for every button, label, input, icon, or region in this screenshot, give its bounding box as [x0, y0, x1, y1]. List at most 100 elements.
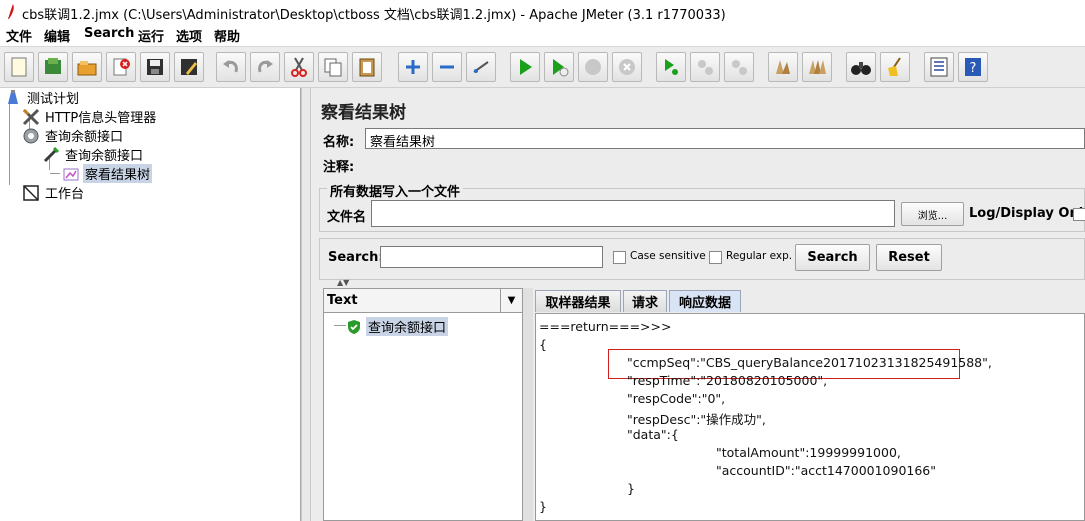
templates-icon	[45, 58, 61, 74]
title-bar: cbs联调1.2.jmx (C:\Users\Administrator\Des…	[0, 0, 1085, 24]
response-line: "respDesc":"操作成功",	[627, 412, 766, 427]
tree-item-label: 查询余额接口	[65, 149, 144, 164]
search-button[interactable]	[846, 52, 876, 82]
tab-sampler-result[interactable]: 取样器结果	[535, 290, 621, 312]
menu-run[interactable]: 运行	[138, 26, 164, 45]
tree-item-workbench[interactable]: 工作台	[22, 183, 86, 202]
results-splitter[interactable]	[523, 288, 533, 521]
window-title: cbs联调1.2.jmx (C:\Users\Administrator\Des…	[22, 8, 726, 23]
start-button[interactable]	[510, 52, 540, 82]
tree-item-header-manager[interactable]: HTTP信息头管理器	[22, 107, 158, 126]
pane-splitter[interactable]	[301, 88, 311, 521]
stop-button[interactable]	[578, 52, 608, 82]
log-display-checkbox[interactable]	[1073, 208, 1085, 221]
function-helper-button[interactable]	[924, 52, 954, 82]
save-button[interactable]	[140, 52, 170, 82]
search-submit-button[interactable]: Search	[795, 244, 870, 271]
response-line: "data":{	[627, 427, 679, 442]
response-line: }	[539, 499, 547, 514]
tree-item-test-plan[interactable]: 测试计划	[4, 88, 81, 107]
case-sensitive-label: Case sensitive	[630, 250, 706, 262]
search-input[interactable]	[380, 246, 603, 268]
tree-item-label: 测试计划	[27, 92, 80, 107]
cut-button[interactable]	[284, 52, 314, 82]
help-button[interactable]: ?	[958, 52, 988, 82]
menu-search[interactable]: Search	[84, 26, 134, 41]
name-field[interactable]: 察看结果树	[365, 128, 1085, 149]
paste-button[interactable]	[352, 52, 382, 82]
sample-result-label: 查询余额接口	[366, 317, 449, 336]
filename-field[interactable]	[371, 200, 895, 227]
browse-button[interactable]: 浏览...	[901, 202, 964, 226]
tree-item-results-tree[interactable]: 察看结果树	[50, 164, 153, 183]
comment-field[interactable]	[365, 154, 1085, 174]
expand-icon	[406, 60, 420, 74]
remote-start-icon	[665, 59, 678, 75]
response-data-view[interactable]: ===return===>>> { "ccmpSeq":"CBS_queryBa…	[535, 313, 1085, 521]
thread-group-icon	[22, 127, 40, 145]
templates-button[interactable]	[38, 52, 68, 82]
close-button[interactable]	[106, 52, 136, 82]
copy-button[interactable]	[318, 52, 348, 82]
start-no-pause-button[interactable]	[544, 52, 574, 82]
new-icon	[11, 57, 27, 77]
undo-button[interactable]	[216, 52, 246, 82]
reset-search-button[interactable]	[880, 52, 910, 82]
menu-help[interactable]: 帮助	[214, 26, 240, 45]
sample-result-item[interactable]: 查询余额接口	[346, 317, 449, 336]
menu-edit[interactable]: 编辑	[44, 26, 70, 45]
tree-item-label: 工作台	[45, 187, 85, 202]
shutdown-button[interactable]	[612, 52, 642, 82]
binoculars-icon	[851, 62, 871, 75]
remote-stop-button[interactable]	[690, 52, 720, 82]
response-line: "totalAmount":19999991000,	[716, 445, 901, 460]
sampler-icon	[42, 146, 60, 164]
start-no-pause-icon	[553, 59, 569, 77]
tab-response-data[interactable]: 响应数据	[669, 290, 741, 312]
help-icon: ?	[965, 58, 981, 76]
tab-request[interactable]: 请求	[623, 290, 667, 312]
list-icon	[930, 57, 948, 77]
new-button[interactable]	[4, 52, 34, 82]
start-icon	[520, 59, 532, 75]
menu-file[interactable]: 文件	[6, 26, 32, 45]
log-display-label: Log/Display Only:	[969, 206, 1085, 221]
open-button[interactable]	[72, 52, 102, 82]
reset-button[interactable]: Reset	[876, 244, 942, 271]
tree-item-label: 查询余额接口	[45, 130, 124, 145]
case-sensitive-checkbox[interactable]	[613, 251, 626, 264]
response-line: "respTime":"20180820105000",	[627, 373, 828, 388]
remote-shutdown-icon	[732, 60, 747, 75]
response-line: "accountID":"acct1470001090166"	[716, 463, 937, 478]
tree-item-label: HTTP信息头管理器	[45, 111, 157, 126]
close-icon	[113, 58, 130, 76]
menu-options[interactable]: 选项	[176, 26, 202, 45]
clear-all-button[interactable]	[802, 52, 832, 82]
toggle-button[interactable]	[466, 52, 496, 82]
broom-icon	[888, 57, 901, 76]
response-line: ===return===>>>	[539, 319, 672, 334]
toolbar: ?	[0, 46, 1085, 88]
chevron-down-icon[interactable]: ▼	[500, 289, 522, 312]
collapse-button[interactable]	[432, 52, 462, 82]
renderer-select[interactable]: Text ▼	[324, 289, 522, 313]
paste-icon	[359, 58, 375, 77]
clear-button[interactable]	[768, 52, 798, 82]
remote-shutdown-button[interactable]	[724, 52, 754, 82]
clear-icon	[776, 60, 790, 74]
expand-button[interactable]	[398, 52, 428, 82]
remote-start-button[interactable]	[656, 52, 686, 82]
listener-icon	[62, 165, 80, 183]
divider-arrows-icon[interactable]: ▲▼	[337, 278, 349, 287]
jmeter-feather-icon	[8, 4, 14, 19]
open-icon	[77, 61, 97, 76]
tree-item-thread-group[interactable]: 查询余额接口	[22, 126, 125, 145]
tree-item-sampler[interactable]: 查询余额接口	[42, 145, 145, 164]
redo-button[interactable]	[250, 52, 280, 82]
cut-icon	[291, 57, 307, 77]
shutdown-icon	[619, 59, 635, 75]
remote-stop-icon	[698, 60, 713, 75]
regex-checkbox[interactable]	[709, 251, 722, 264]
copy-icon	[324, 58, 342, 77]
save-as-button[interactable]	[174, 52, 204, 82]
